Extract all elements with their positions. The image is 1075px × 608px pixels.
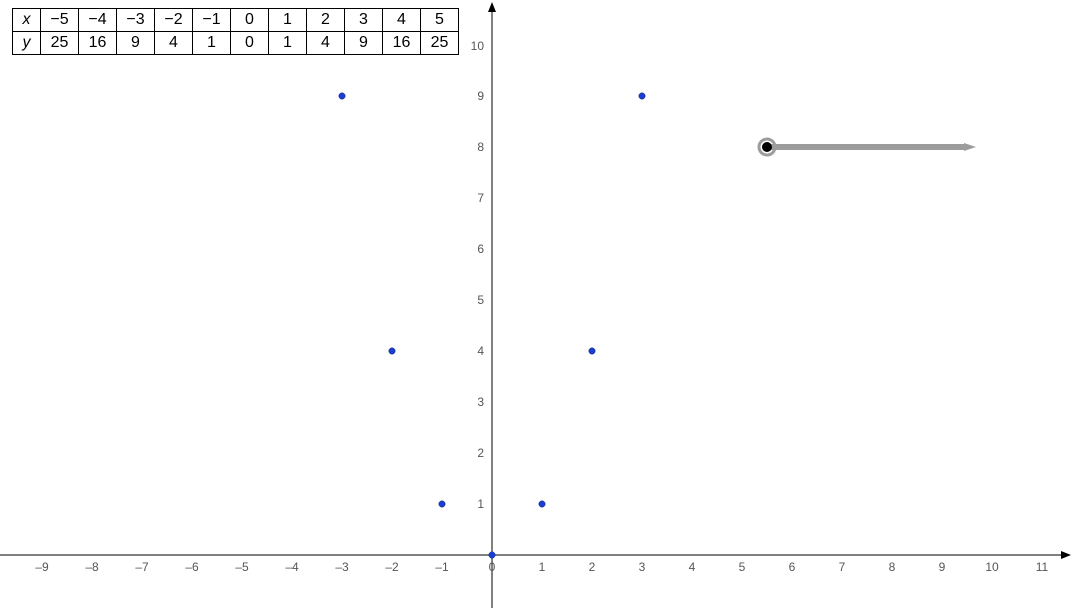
data-point bbox=[589, 348, 595, 354]
x-tick-label: 1 bbox=[539, 560, 546, 574]
y-tick-label: 9 bbox=[477, 89, 484, 103]
table-cell: −3 bbox=[117, 9, 155, 32]
x-tick-label: 10 bbox=[985, 560, 999, 574]
table-cell: 1 bbox=[193, 32, 231, 55]
data-point bbox=[639, 93, 645, 99]
table-cell: 1 bbox=[269, 9, 307, 32]
table-cell: 0 bbox=[231, 32, 269, 55]
x-tick-label: –9 bbox=[35, 560, 49, 574]
x-tick-label: 11 bbox=[1036, 560, 1049, 574]
x-tick-label: 6 bbox=[789, 560, 796, 574]
table-cell: 4 bbox=[307, 32, 345, 55]
x-tick-label: 0 bbox=[489, 560, 496, 574]
y-tick-label: 2 bbox=[477, 446, 484, 460]
table-cell: 16 bbox=[383, 32, 421, 55]
data-point bbox=[389, 348, 395, 354]
x-axis-arrow-icon bbox=[1061, 551, 1071, 559]
x-tick-label: –8 bbox=[85, 560, 99, 574]
table-cell: 25 bbox=[41, 32, 79, 55]
table-cell: 1 bbox=[269, 32, 307, 55]
y-tick-label: 8 bbox=[477, 140, 484, 154]
y-tick-label: 6 bbox=[477, 242, 484, 256]
table-cell: 16 bbox=[79, 32, 117, 55]
x-tick-label: 4 bbox=[689, 560, 696, 574]
y-tick-label-overflow: 10 bbox=[471, 39, 485, 53]
table-cell: 9 bbox=[117, 32, 155, 55]
y-axis-arrow-icon bbox=[488, 2, 496, 12]
x-tick-label: –7 bbox=[135, 560, 149, 574]
row-label-x: x bbox=[13, 9, 41, 32]
x-tick-label: –1 bbox=[435, 560, 449, 574]
x-tick-label: –4 bbox=[285, 560, 299, 574]
x-tick-label: 9 bbox=[939, 560, 946, 574]
table-cell: 3 bbox=[345, 9, 383, 32]
data-point bbox=[339, 93, 345, 99]
x-tick-label: 5 bbox=[739, 560, 746, 574]
table-cell: 5 bbox=[421, 9, 459, 32]
table-cell: 0 bbox=[231, 9, 269, 32]
table-cell: −4 bbox=[79, 9, 117, 32]
data-point bbox=[489, 552, 495, 558]
y-tick-label: 1 bbox=[477, 497, 484, 511]
x-tick-label: –3 bbox=[335, 560, 349, 574]
table-row: x −5 −4 −3 −2 −1 0 1 2 3 4 5 bbox=[13, 9, 459, 32]
data-point bbox=[439, 501, 445, 507]
x-tick-label: 2 bbox=[589, 560, 596, 574]
y-tick-label: 7 bbox=[477, 191, 484, 205]
table-cell: −2 bbox=[155, 9, 193, 32]
x-tick-label: 8 bbox=[889, 560, 896, 574]
row-label-y: y bbox=[13, 32, 41, 55]
y-tick-label: 5 bbox=[477, 293, 484, 307]
slider[interactable] bbox=[759, 139, 976, 155]
table-cell: 9 bbox=[345, 32, 383, 55]
table-cell: −5 bbox=[41, 9, 79, 32]
table-cell: 2 bbox=[307, 9, 345, 32]
y-tick-label: 3 bbox=[477, 395, 484, 409]
slider-arrow-icon bbox=[964, 143, 976, 151]
x-tick-label: 7 bbox=[839, 560, 846, 574]
x-tick-label: –2 bbox=[385, 560, 399, 574]
table-cell: −1 bbox=[193, 9, 231, 32]
table-cell: 4 bbox=[383, 9, 421, 32]
table-cell: 4 bbox=[155, 32, 193, 55]
table-row: y 25 16 9 4 1 0 1 4 9 16 25 bbox=[13, 32, 459, 55]
x-tick-label: 3 bbox=[639, 560, 646, 574]
table-cell: 25 bbox=[421, 32, 459, 55]
x-tick-label: –5 bbox=[235, 560, 249, 574]
data-point bbox=[539, 501, 545, 507]
xy-data-table: x −5 −4 −3 −2 −1 0 1 2 3 4 5 y 25 16 9 4… bbox=[12, 8, 459, 55]
x-tick-label: –6 bbox=[185, 560, 199, 574]
slider-thumb-inner[interactable] bbox=[762, 142, 772, 152]
y-tick-label: 4 bbox=[477, 344, 484, 358]
coordinate-plane[interactable]: –9–8–7–6–5–4–3–2–10123456789101112345678… bbox=[0, 0, 1075, 608]
